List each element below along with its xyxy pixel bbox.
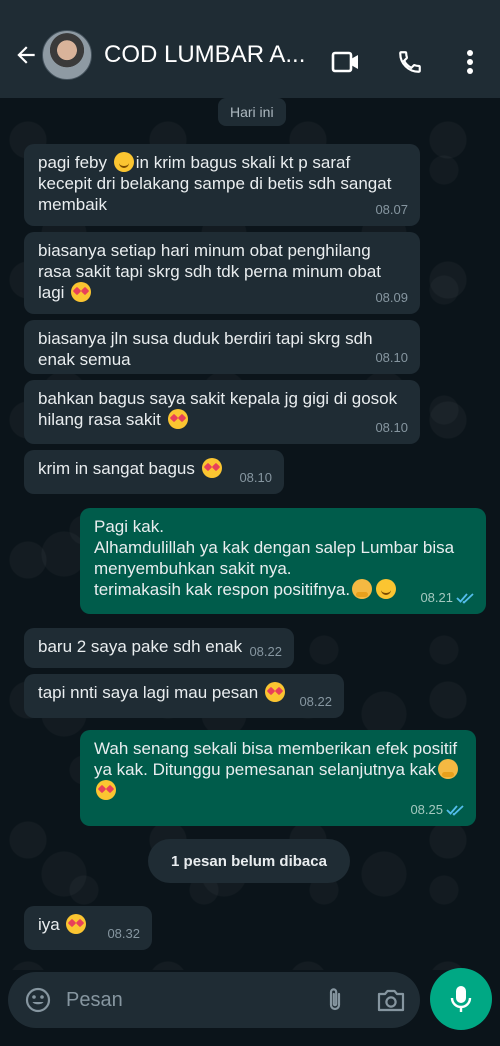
smile-emoji-icon: [376, 579, 397, 599]
voice-message-button[interactable]: [430, 968, 492, 1030]
message-time: 08.22: [249, 644, 282, 659]
heart-eyes-emoji-icon: [71, 282, 92, 302]
heart-eyes-emoji-icon: [264, 682, 285, 702]
message-bubble[interactable]: iya 08.32: [24, 906, 152, 950]
phone-icon: [399, 51, 421, 73]
message-text: Pagi kak.: [94, 517, 164, 536]
chat-header: COD LUMBAR A...: [0, 12, 500, 98]
emoji-icon: [25, 987, 51, 1013]
message-text: Alhamdulillah ya kak dengan salep Lumbar…: [94, 538, 455, 578]
emoji-button[interactable]: [24, 986, 52, 1014]
message-time: 08.25: [410, 799, 464, 820]
message-bubble[interactable]: bahkan bagus saya sakit kepala jg gigi d…: [24, 380, 420, 444]
message-text: tapi nnti saya lagi mau pesan: [38, 683, 263, 702]
message-bubble[interactable]: Wah senang sekali bisa memberikan efek p…: [80, 730, 476, 826]
smile-emoji-icon: [113, 152, 134, 172]
message-time: 08.10: [375, 420, 408, 435]
message-time-text: 08.25: [410, 802, 443, 817]
message-time: 08.32: [107, 926, 140, 941]
message-bubble[interactable]: biasanya jln susa duduk berdiri tapi skr…: [24, 320, 420, 374]
heart-eyes-emoji-icon: [66, 914, 87, 934]
voice-call-button[interactable]: [390, 42, 430, 82]
double-check-icon: [456, 592, 474, 604]
message-text: baru 2 saya pake sdh enak: [38, 637, 243, 656]
message-text: iya: [38, 915, 65, 934]
message-time: 08.22: [299, 694, 332, 709]
smiling-hearts-emoji-icon: [96, 780, 116, 800]
hugging-emoji-icon: [352, 579, 373, 599]
input-bar: Pesan: [0, 968, 500, 1046]
back-button[interactable]: [6, 35, 46, 75]
heart-eyes-emoji-icon: [201, 458, 222, 478]
message-time: 08.21: [420, 587, 474, 608]
more-options-button[interactable]: [450, 42, 490, 82]
more-vertical-icon: [467, 50, 473, 74]
message-input[interactable]: Pesan: [8, 972, 420, 1028]
message-input-placeholder: Pesan: [66, 988, 123, 1011]
video-call-button[interactable]: [326, 42, 366, 82]
heart-eyes-emoji-icon: [167, 409, 188, 429]
message-bubble[interactable]: Pagi kak. Alhamdulillah ya kak dengan sa…: [80, 508, 486, 614]
message-text: Wah senang sekali bisa memberikan efek p…: [94, 739, 458, 779]
message-bubble[interactable]: pagi feby in krim bagus skali kt p saraf…: [24, 144, 420, 226]
date-chip: Hari ini: [218, 98, 286, 126]
camera-icon: [377, 989, 405, 1012]
camera-button[interactable]: [376, 986, 406, 1014]
message-bubble[interactable]: tapi nnti saya lagi mau pesan 08.22: [24, 674, 344, 718]
message-text: terimakasih kak respon positifnya.: [94, 580, 351, 599]
unread-messages-banner: 1 pesan belum dibaca: [148, 839, 350, 883]
message-text: pagi feby: [38, 153, 112, 172]
hugging-emoji-icon: [438, 759, 459, 779]
message-bubble[interactable]: baru 2 saya pake sdh enak 08.22: [24, 628, 294, 668]
message-text: krim in sangat bagus: [38, 459, 200, 478]
chat-title[interactable]: COD LUMBAR A...: [104, 41, 304, 69]
message-bubble[interactable]: krim in sangat bagus 08.10: [24, 450, 284, 494]
message-time: 08.10: [375, 350, 408, 365]
double-check-icon: [446, 804, 464, 816]
attach-button[interactable]: [324, 986, 346, 1014]
avatar[interactable]: [42, 30, 92, 80]
message-text: biasanya jln susa duduk berdiri tapi skr…: [38, 329, 373, 369]
status-bar: [0, 0, 500, 12]
paperclip-icon: [329, 988, 341, 1011]
microphone-icon: [450, 986, 472, 1012]
message-bubble[interactable]: biasanya setiap hari minum obat penghila…: [24, 232, 420, 314]
message-text: bahkan bagus saya sakit kepala jg gigi d…: [38, 389, 398, 429]
message-time: 08.07: [375, 202, 408, 217]
message-time-text: 08.21: [420, 590, 453, 605]
message-time: 08.09: [375, 290, 408, 305]
arrow-left-icon: [17, 46, 35, 64]
video-camera-icon: [331, 51, 358, 73]
message-time: 08.10: [239, 470, 272, 485]
chat-area[interactable]: Hari ini pagi feby in krim bagus skali k…: [0, 98, 500, 970]
